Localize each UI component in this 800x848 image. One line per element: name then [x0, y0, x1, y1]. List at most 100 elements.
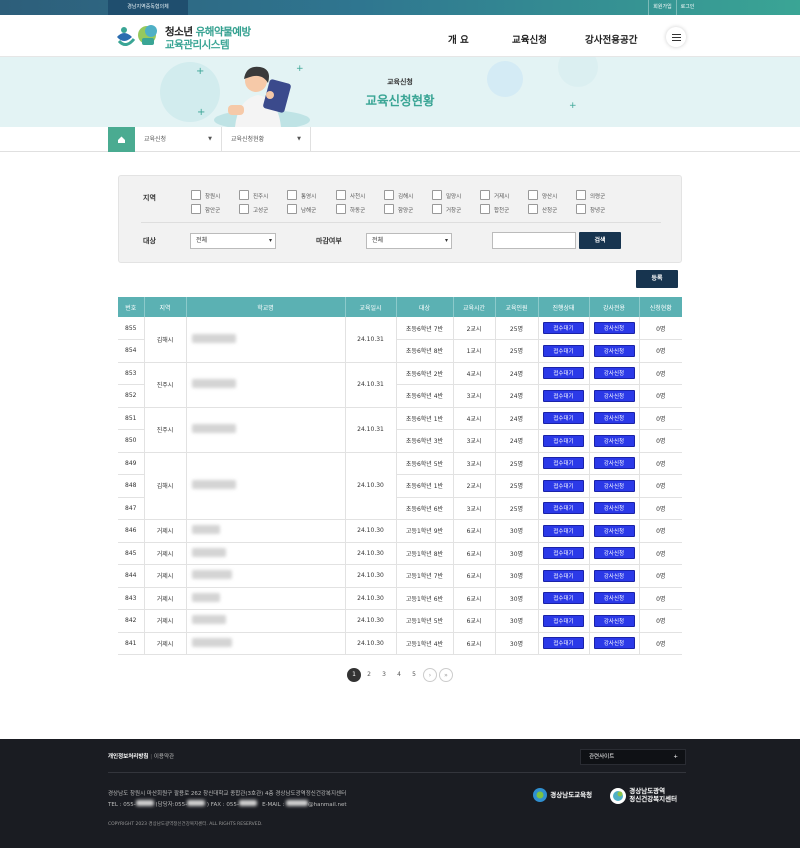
status-button[interactable]: 접수대기: [543, 547, 584, 560]
page-1[interactable]: 1: [347, 668, 361, 682]
page-2[interactable]: 2: [362, 668, 376, 682]
status-button[interactable]: 접수대기: [543, 592, 584, 605]
region-checkbox[interactable]: [384, 190, 394, 200]
region-checkbox[interactable]: [480, 190, 490, 200]
school-name-cell: [186, 407, 346, 453]
status-button[interactable]: 접수대기: [543, 637, 584, 650]
hamburger-menu-icon[interactable]: [666, 27, 686, 47]
signup-link[interactable]: 회원가입: [648, 0, 676, 15]
instructor-apply-button[interactable]: 강사신청: [593, 502, 635, 515]
next-page-icon[interactable]: ›: [423, 668, 437, 682]
column-header: 교육일시: [345, 297, 397, 317]
region-checkbox[interactable]: [191, 204, 201, 214]
gyeongnam-education-logo[interactable]: 경상남도교육청: [532, 787, 592, 807]
region-checkbox[interactable]: [576, 204, 586, 214]
privacy-link[interactable]: 개인정보처리방침: [108, 754, 148, 760]
keyword-input[interactable]: [492, 232, 576, 249]
instructor-cell: 강사신청: [589, 632, 640, 655]
instructor-apply-button[interactable]: 강사신청: [593, 479, 635, 492]
page-5[interactable]: 5: [407, 668, 421, 682]
target-cell: 초등6학년 5반: [396, 452, 454, 475]
nav-instructor-space[interactable]: 강사전용공간: [585, 32, 637, 46]
status-button[interactable]: 접수대기: [543, 434, 584, 447]
region-checkbox[interactable]: [480, 204, 490, 214]
instructor-apply-button[interactable]: 강사신청: [593, 547, 635, 560]
region-checkbox[interactable]: [191, 190, 201, 200]
status-button[interactable]: 접수대기: [543, 502, 584, 515]
instructor-apply-button[interactable]: 강사신청: [593, 322, 635, 334]
region-checkbox[interactable]: [336, 190, 346, 200]
school-name-cell: [186, 362, 346, 408]
instructor-apply-button[interactable]: 강사신청: [593, 457, 635, 470]
instructor-apply-button[interactable]: 강사신청: [593, 412, 635, 425]
instructor-apply-button[interactable]: 강사신청: [593, 592, 635, 605]
instructor-apply-button[interactable]: 강사신청: [593, 434, 635, 447]
applicant-count: 0명: [639, 497, 682, 520]
school-name-redacted: [191, 379, 236, 388]
region-cell: 김해시: [144, 452, 187, 520]
hours-cell: 4교시: [453, 407, 496, 430]
status-button[interactable]: 접수대기: [543, 412, 584, 425]
region-checkbox[interactable]: [336, 204, 346, 214]
region-checkbox[interactable]: [287, 204, 297, 214]
chevron-down-icon: ▾: [444, 237, 448, 244]
region-checkbox[interactable]: [576, 190, 586, 200]
region-checkbox[interactable]: [384, 204, 394, 214]
instructor-cell: 강사신청: [589, 317, 640, 340]
status-button[interactable]: 접수대기: [543, 367, 584, 380]
instructor-apply-button[interactable]: 강사신청: [593, 344, 635, 357]
instructor-apply-button[interactable]: 강사신청: [593, 367, 635, 380]
breadcrumb-dropdown-1[interactable]: 교육신청 ▼: [135, 127, 222, 152]
nav-education-apply[interactable]: 교육신청: [512, 32, 547, 46]
status-button[interactable]: 접수대기: [543, 457, 584, 470]
status-button[interactable]: 접수대기: [543, 479, 584, 492]
page-3[interactable]: 3: [377, 668, 391, 682]
terms-link[interactable]: 이용약관: [154, 754, 174, 760]
mental-health-center-logo[interactable]: 경상남도광역 정신건강복지센터: [609, 787, 677, 807]
region-checkbox-label: 밀양시: [446, 194, 462, 200]
status-cell: 접수대기: [538, 474, 590, 498]
nav-overview[interactable]: 개 요: [448, 32, 469, 46]
status-button[interactable]: 접수대기: [543, 322, 584, 334]
status-button[interactable]: 접수대기: [543, 389, 584, 402]
target-select[interactable]: 전체 ▾: [190, 233, 276, 249]
page-4[interactable]: 4: [392, 668, 406, 682]
region-checkbox[interactable]: [239, 204, 249, 214]
page-title: 교육신청현황: [365, 93, 435, 108]
instructor-apply-button[interactable]: 강사신청: [593, 389, 635, 402]
login-link[interactable]: 로그인: [676, 0, 698, 15]
instructor-apply-button[interactable]: 강사신청: [593, 569, 635, 582]
home-button[interactable]: [108, 127, 135, 152]
region-checkbox[interactable]: [432, 204, 442, 214]
region-checkbox[interactable]: [528, 204, 538, 214]
search-button[interactable]: 검색: [579, 232, 621, 249]
status-button[interactable]: 접수대기: [543, 569, 584, 582]
date-cell: 24.10.31: [345, 407, 397, 453]
status-button[interactable]: 접수대기: [543, 524, 584, 537]
deadline-select[interactable]: 전체 ▾: [366, 233, 452, 249]
region-checkbox[interactable]: [287, 190, 297, 200]
org-link[interactable]: 경남지역중독협의체: [108, 0, 188, 15]
instructor-apply-button[interactable]: 강사신청: [593, 637, 635, 650]
search-panel: 지역 창원시 진주시 통영시 사천시 김해시 밀양시 거제시 양산시 의령군 함안군 고성군 남해군 하…: [118, 175, 682, 263]
hours-cell: 6교시: [453, 632, 496, 655]
people-cell: 30명: [495, 609, 539, 633]
row-number: 851: [118, 407, 145, 430]
site-logo[interactable]: 청소년 유해약물예방 교육관리시스템: [115, 23, 251, 51]
region-checkbox[interactable]: [432, 190, 442, 200]
region-checkbox-label: 합천군: [494, 208, 510, 214]
status-button[interactable]: 접수대기: [543, 614, 584, 627]
row-number: 847: [118, 497, 145, 520]
last-page-icon[interactable]: »: [439, 668, 453, 682]
instructor-apply-button[interactable]: 강사신청: [593, 614, 635, 627]
related-sites-select[interactable]: 관련사이트 +: [580, 749, 686, 765]
instructor-apply-button[interactable]: 강사신청: [593, 524, 635, 537]
status-button[interactable]: 접수대기: [543, 344, 584, 357]
school-name-redacted: [191, 637, 232, 647]
region-checkbox[interactable]: [528, 190, 538, 200]
breadcrumb-dropdown-2[interactable]: 교육신청현황 ▼: [222, 127, 311, 152]
target-cell: 초등6학년 7반: [396, 317, 454, 340]
register-button[interactable]: 등록: [636, 270, 678, 288]
status-cell: 접수대기: [538, 452, 590, 475]
region-checkbox[interactable]: [239, 190, 249, 200]
